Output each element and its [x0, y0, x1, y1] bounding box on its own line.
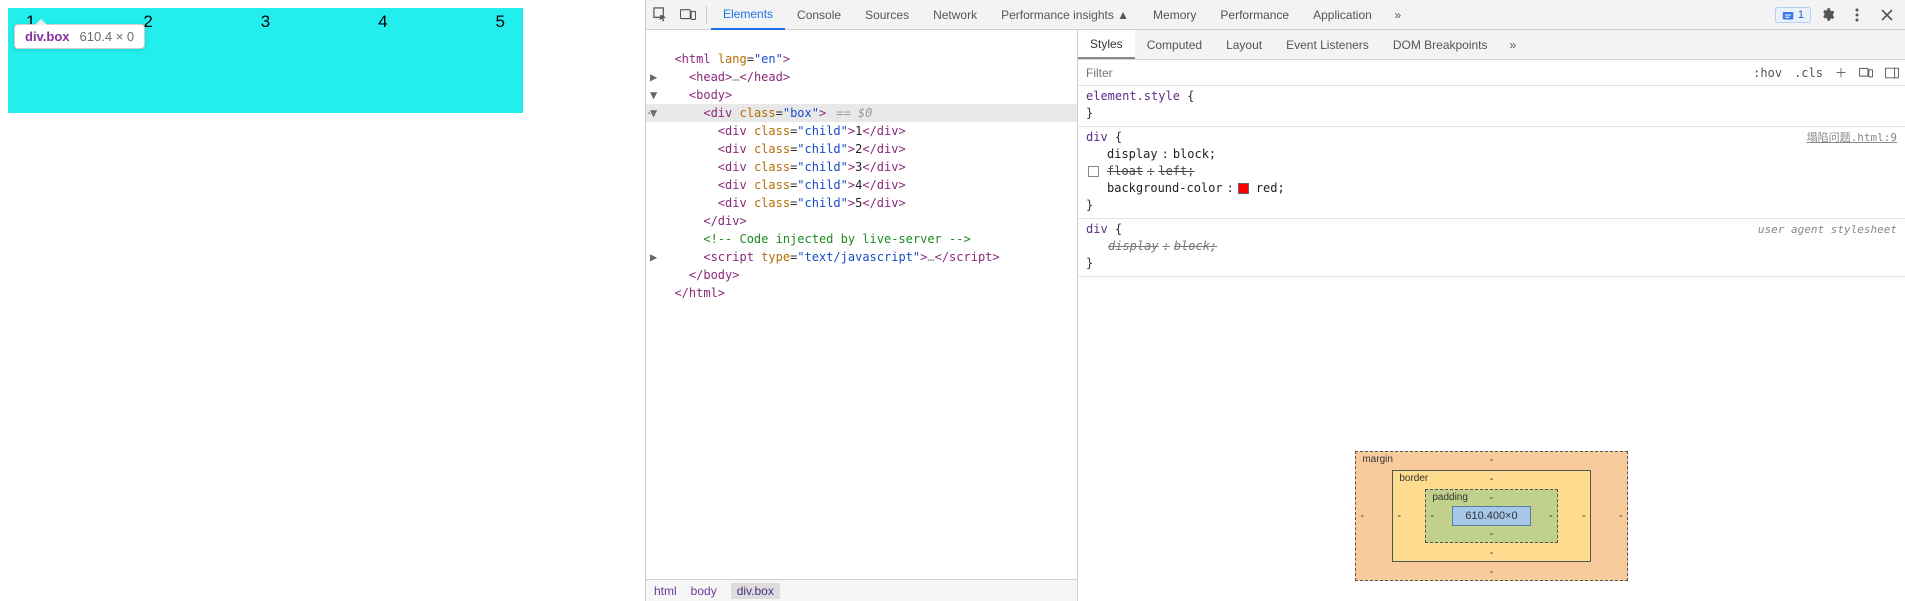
dom-breadcrumbs[interactable]: html body div.box: [646, 579, 1077, 601]
styles-subtab[interactable]: DOM Breakpoints: [1381, 30, 1500, 59]
inspect-element-button[interactable]: [646, 0, 674, 30]
dom-node[interactable]: <html lang="en">: [646, 50, 1077, 68]
dom-node[interactable]: </html>: [646, 284, 1077, 302]
breadcrumb-item[interactable]: body: [691, 584, 717, 598]
styles-subtab[interactable]: Layout: [1214, 30, 1274, 59]
dom-node[interactable]: </div>: [646, 212, 1077, 230]
dom-node[interactable]: <div class="child">3</div>: [646, 158, 1077, 176]
styles-subtab[interactable]: Computed: [1135, 30, 1214, 59]
child-item: 3: [261, 12, 270, 32]
issues-badge[interactable]: 1: [1775, 7, 1811, 23]
devtools-tab[interactable]: Memory: [1141, 0, 1208, 30]
device-emulation-icon[interactable]: [1853, 67, 1879, 79]
devtools-panel: ElementsConsoleSourcesNetworkPerformance…: [645, 0, 1905, 601]
devtools-tab[interactable]: Elements: [711, 0, 785, 30]
new-style-rule-button[interactable]: ＋: [1829, 64, 1853, 81]
dom-node[interactable]: </body>: [646, 266, 1077, 284]
devtools-toolbar: ElementsConsoleSourcesNetworkPerformance…: [646, 0, 1905, 30]
rendered-page: 12345 div.box 610.4 × 0: [0, 0, 645, 601]
styles-filter-row: :hov .cls ＋: [1078, 60, 1905, 86]
bm-padding-label: padding: [1432, 492, 1468, 503]
device-toolbar-button[interactable]: [674, 0, 702, 30]
devtools-tab[interactable]: Network: [921, 0, 989, 30]
hov-toggle[interactable]: :hov: [1747, 66, 1788, 80]
inspect-tooltip: div.box 610.4 × 0: [14, 24, 145, 49]
css-rule[interactable]: div {user agent stylesheetdisplay: block…: [1078, 219, 1905, 277]
breadcrumb-item[interactable]: html: [654, 584, 677, 598]
more-subtabs-button[interactable]: »: [1504, 30, 1523, 59]
devtools-tab[interactable]: Performance: [1208, 0, 1301, 30]
close-devtools-button[interactable]: [1873, 0, 1901, 30]
cls-toggle[interactable]: .cls: [1788, 66, 1829, 80]
dom-node[interactable]: ▶ <script type="text/javascript">…</scri…: [646, 248, 1077, 266]
dom-node[interactable]: [646, 32, 1077, 50]
property-toggle-checkbox[interactable]: [1088, 166, 1099, 177]
styles-subtab[interactable]: Styles: [1078, 30, 1135, 59]
color-swatch[interactable]: [1238, 183, 1249, 194]
box-model-diagram: margin - - - - border - - - - padding -: [1078, 431, 1905, 601]
child-item: 4: [378, 12, 387, 32]
tooltip-selector: div.box: [25, 29, 70, 44]
bm-content-size: 610.400×0: [1452, 506, 1530, 526]
dom-node[interactable]: ⋯▼ <div class="box">== $0: [646, 104, 1077, 122]
devtools-tab[interactable]: Application: [1301, 0, 1384, 30]
styles-panel: StylesComputedLayoutEvent ListenersDOM B…: [1078, 30, 1905, 601]
breadcrumb-item[interactable]: div.box: [731, 583, 780, 599]
style-rules[interactable]: element.style {}div {塌陷问题.html:9display:…: [1078, 86, 1905, 431]
dom-tree[interactable]: <html lang="en">▶ <head>…</head>▼ <body>…: [646, 30, 1077, 579]
styles-filter-input[interactable]: [1078, 66, 1747, 80]
devtools-tab[interactable]: Console: [785, 0, 853, 30]
kebab-menu-button[interactable]: [1843, 0, 1871, 30]
bm-margin-label: margin: [1362, 454, 1393, 465]
tooltip-dimensions: 610.4 × 0: [80, 29, 135, 44]
bm-border-label: border: [1399, 473, 1428, 484]
elements-panel: <html lang="en">▶ <head>…</head>▼ <body>…: [646, 30, 1078, 601]
styles-subtab[interactable]: Event Listeners: [1274, 30, 1381, 59]
dom-node[interactable]: <div class="child">2</div>: [646, 140, 1077, 158]
dom-node[interactable]: <!-- Code injected by live-server -->: [646, 230, 1077, 248]
dom-node[interactable]: <div class="child">1</div>: [646, 122, 1077, 140]
dom-node[interactable]: <div class="child">4</div>: [646, 176, 1077, 194]
css-rule[interactable]: div {塌陷问题.html:9display: block;float: le…: [1078, 127, 1905, 219]
toggle-sidebar-icon[interactable]: [1879, 67, 1905, 79]
more-tabs-button[interactable]: »: [1384, 0, 1412, 30]
dom-node[interactable]: <div class="child">5</div>: [646, 194, 1077, 212]
dom-node[interactable]: ▼ <body>: [646, 86, 1077, 104]
devtools-tab[interactable]: Sources: [853, 0, 921, 30]
dom-node[interactable]: ▶ <head>…</head>: [646, 68, 1077, 86]
child-item: 5: [496, 12, 505, 32]
issues-count: 1: [1798, 9, 1804, 21]
devtools-tab[interactable]: Performance insights ▲: [989, 0, 1141, 30]
css-rule[interactable]: element.style {}: [1078, 86, 1905, 127]
settings-button[interactable]: [1813, 0, 1841, 30]
